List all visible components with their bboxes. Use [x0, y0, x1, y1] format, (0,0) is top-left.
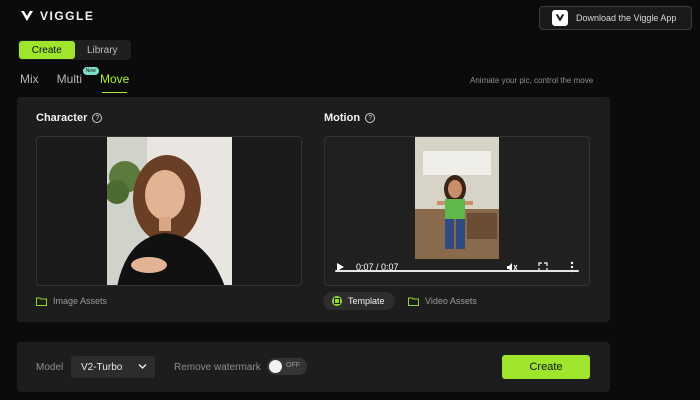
video-assets-label: Video Assets	[425, 296, 477, 306]
mode-tagline: Animate your pic, control the move	[470, 76, 594, 85]
main-panel: Character ? Image Assets Motion ? 0:07 /…	[17, 97, 610, 322]
folder-icon	[36, 297, 47, 306]
download-app-button[interactable]: Download the Viggle App	[539, 6, 692, 30]
mode-tab-multi[interactable]: Multi New	[56, 67, 99, 88]
template-button[interactable]: Template	[323, 292, 395, 310]
remove-watermark-label: Remove watermark	[174, 362, 261, 373]
character-title-label: Character	[36, 112, 88, 124]
remove-watermark-toggle[interactable]: OFF	[267, 358, 307, 375]
character-image	[107, 137, 232, 285]
motion-help-icon[interactable]: ?	[365, 113, 376, 123]
viggle-logo[interactable]: VIGGLE	[20, 9, 94, 23]
viggle-logo-icon	[21, 11, 33, 21]
character-title: Character ?	[36, 112, 103, 124]
character-help-icon[interactable]: ?	[92, 113, 103, 123]
generation-settings-bar: Model V2-Turbo Remove watermark OFF Crea…	[17, 342, 610, 392]
mode-tabs: Mix Multi New Move	[20, 67, 129, 93]
video-assets-link[interactable]: Video Assets	[408, 296, 477, 306]
motion-video-player[interactable]: 0:07 / 0:07	[324, 136, 590, 286]
video-controls: 0:07 / 0:07	[325, 251, 589, 285]
mode-tab-move[interactable]: Move	[100, 72, 129, 93]
image-assets-link[interactable]: Image Assets	[36, 296, 107, 306]
character-upload-area[interactable]	[36, 136, 302, 286]
folder-icon	[408, 297, 419, 306]
tab-library[interactable]: Library	[75, 41, 131, 59]
download-app-label: Download the Viggle App	[576, 13, 677, 23]
template-label: Template	[348, 296, 385, 306]
viggle-app-icon	[552, 10, 568, 26]
top-bar: VIGGLE Download the Viggle App	[0, 0, 700, 36]
new-badge: New	[82, 67, 99, 75]
motion-video-frame	[415, 137, 499, 259]
toggle-knob	[269, 360, 282, 373]
model-select[interactable]: V2-Turbo	[71, 356, 155, 378]
create-button[interactable]: Create	[502, 355, 590, 379]
mode-tab-multi-label: Multi	[56, 72, 83, 86]
template-icon	[332, 296, 342, 306]
mode-tab-mix[interactable]: Mix	[20, 72, 39, 88]
tab-create[interactable]: Create	[19, 41, 75, 59]
chevron-down-icon	[138, 364, 147, 369]
video-progress-bar[interactable]	[335, 270, 579, 272]
model-value: V2-Turbo	[81, 361, 123, 373]
motion-title-label: Motion	[324, 112, 361, 124]
toggle-state: OFF	[286, 362, 300, 369]
motion-title: Motion ?	[324, 112, 376, 124]
model-label: Model	[36, 362, 64, 373]
create-library-switch: Create Library	[18, 40, 131, 60]
image-assets-label: Image Assets	[53, 296, 108, 306]
logo-text: VIGGLE	[40, 9, 95, 23]
